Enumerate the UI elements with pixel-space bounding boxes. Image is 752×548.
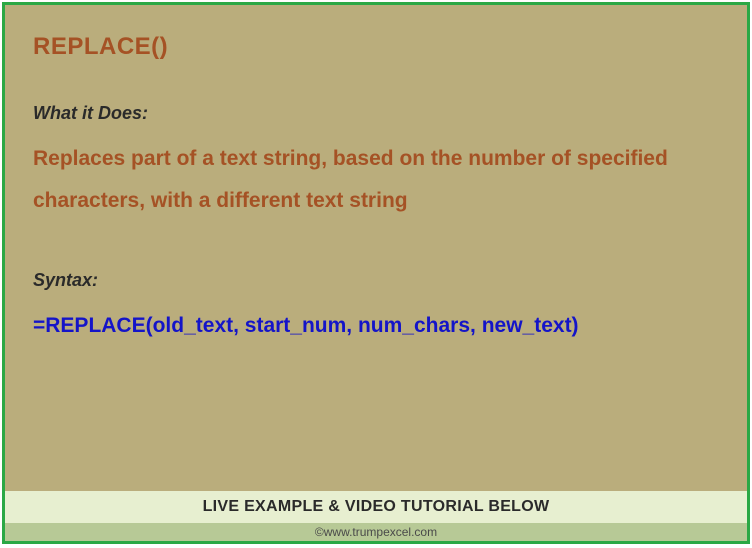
tutorial-banner: LIVE EXAMPLE & VIDEO TUTORIAL BELOW [5, 491, 747, 523]
what-it-does-label: What it Does: [33, 103, 719, 124]
footer-credit: ©www.trumpexcel.com [5, 523, 747, 541]
function-description: Replaces part of a text string, based on… [33, 138, 719, 222]
content-area: REPLACE() What it Does: Replaces part of… [5, 5, 747, 491]
function-title: REPLACE() [33, 33, 719, 61]
function-syntax: =REPLACE(old_text, start_num, num_chars,… [33, 305, 719, 347]
syntax-label: Syntax: [33, 270, 719, 291]
doc-container: REPLACE() What it Does: Replaces part of… [2, 2, 750, 544]
